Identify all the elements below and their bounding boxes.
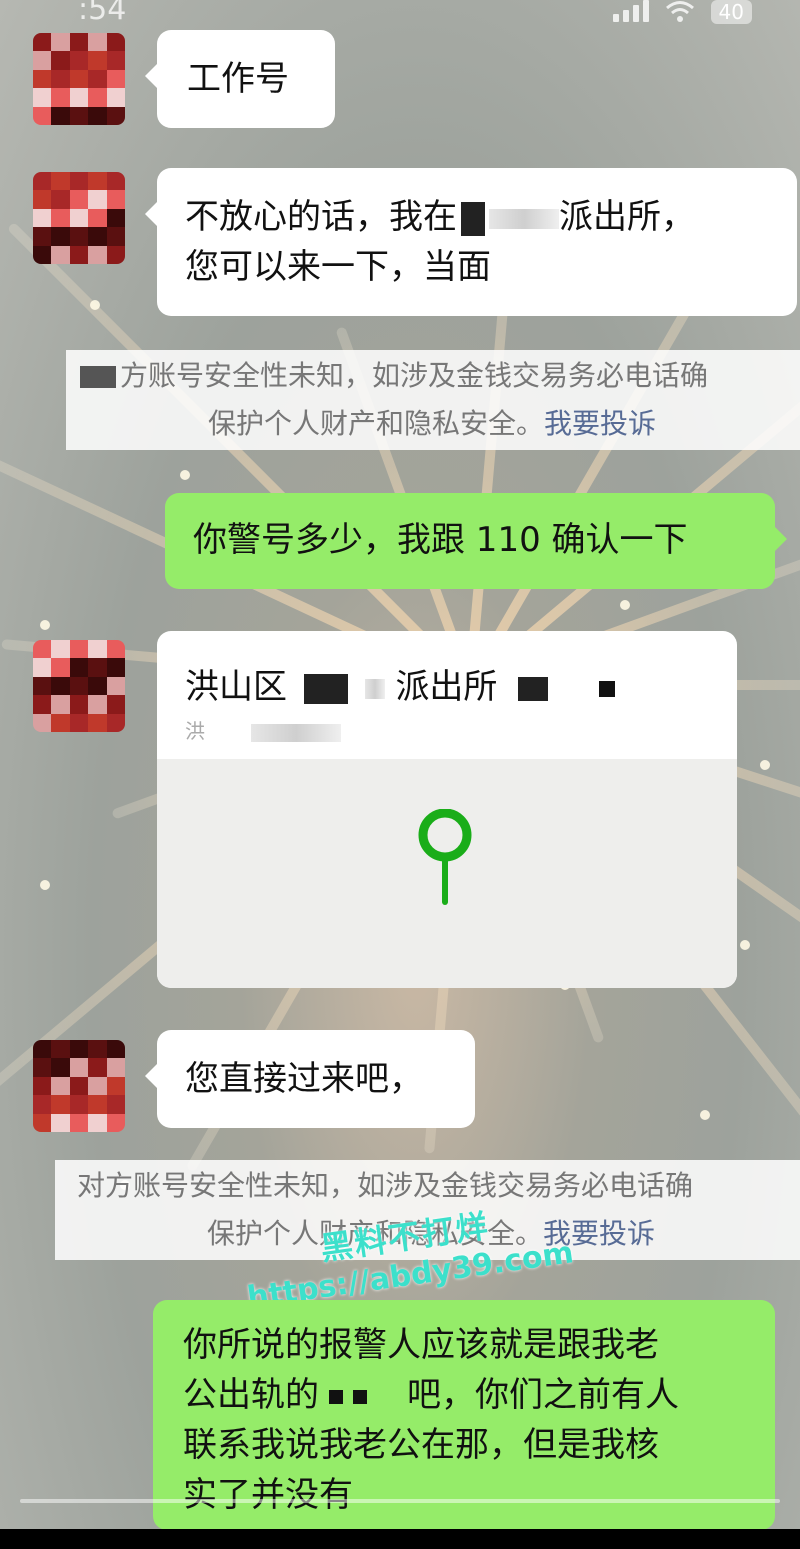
message-text-part: 您可以来一下，当面 (185, 247, 491, 287)
message-text-part: 不放心的话，我在 (185, 197, 457, 237)
background-fleck (760, 760, 770, 770)
location-address: 洪 (185, 715, 342, 744)
message-bubble[interactable]: 你所说的报警人应该就是跟我老 公出轨的 吧，你们之前有人 联系我说我老公在那，但是… (153, 1300, 775, 1530)
redaction-blur (251, 723, 342, 742)
message-bubble[interactable]: 你警号多少，我跟 110 确认一下 (165, 493, 787, 589)
location-pin-icon (418, 809, 472, 905)
redaction-block (461, 201, 485, 236)
background-fleck (40, 880, 50, 890)
status-time: :54 (78, 0, 127, 27)
background-fleck (620, 600, 630, 610)
redaction-block (329, 1389, 343, 1404)
message-bubble[interactable]: 不放心的话，我在 派出所， 您可以来一下，当面 (145, 168, 797, 316)
background-fleck (40, 620, 50, 630)
scroll-indicator (20, 1499, 780, 1503)
redaction-block (353, 1389, 367, 1404)
signal-icon (612, 0, 649, 22)
message-text: 不放心的话，我在 派出所， 您可以来一下，当面 (185, 192, 769, 292)
redaction-blur (489, 208, 559, 229)
avatar[interactable] (33, 172, 125, 264)
avatar[interactable] (33, 640, 125, 732)
notice-line: 方账号安全性未知，如涉及金钱交易务必电话确 (80, 352, 800, 400)
redaction-block (303, 673, 348, 704)
message-text: 工作号 (187, 59, 289, 99)
notice-line: 保护个人财产和隐私安全。我要投诉 (208, 407, 657, 440)
background-fleck (700, 1110, 710, 1120)
report-link[interactable]: 我要投诉 (544, 407, 656, 440)
map-preview (157, 759, 737, 988)
background-fleck (180, 470, 190, 480)
background-fleck (90, 300, 100, 310)
bottom-bar (0, 1529, 800, 1549)
notice-line: 对方账号安全性未知，如涉及金钱交易务必电话确 (77, 1169, 694, 1202)
wifi-icon (665, 1, 694, 22)
battery-icon: 40 (710, 0, 752, 24)
avatar[interactable] (33, 33, 125, 125)
location-title: 洪山区 派出所 (185, 659, 616, 708)
redaction-block (518, 676, 549, 701)
redaction-blur (80, 366, 116, 388)
location-card[interactable]: 洪山区 派出所 洪 (157, 631, 737, 988)
redaction-block (599, 680, 616, 697)
avatar[interactable] (33, 1040, 125, 1132)
message-text: 你所说的报警人应该就是跟我老 公出轨的 吧，你们之前有人 联系我说我老公在那，但是… (183, 1325, 679, 1515)
security-notice: 方账号安全性未知，如涉及金钱交易务必电话确 保护个人财产和隐私安全。我要投诉 (66, 350, 800, 450)
message-text-part: 派出所， (559, 197, 695, 237)
message-text: 你警号多少，我跟 110 确认一下 (193, 520, 688, 560)
message-bubble[interactable]: 您直接过来吧， (145, 1030, 475, 1128)
message-bubble[interactable]: 工作号 (145, 30, 335, 128)
status-indicators: 40 (612, 0, 752, 24)
redaction-blur (364, 678, 385, 699)
background-fleck (740, 940, 750, 950)
message-text: 您直接过来吧， (185, 1059, 423, 1099)
